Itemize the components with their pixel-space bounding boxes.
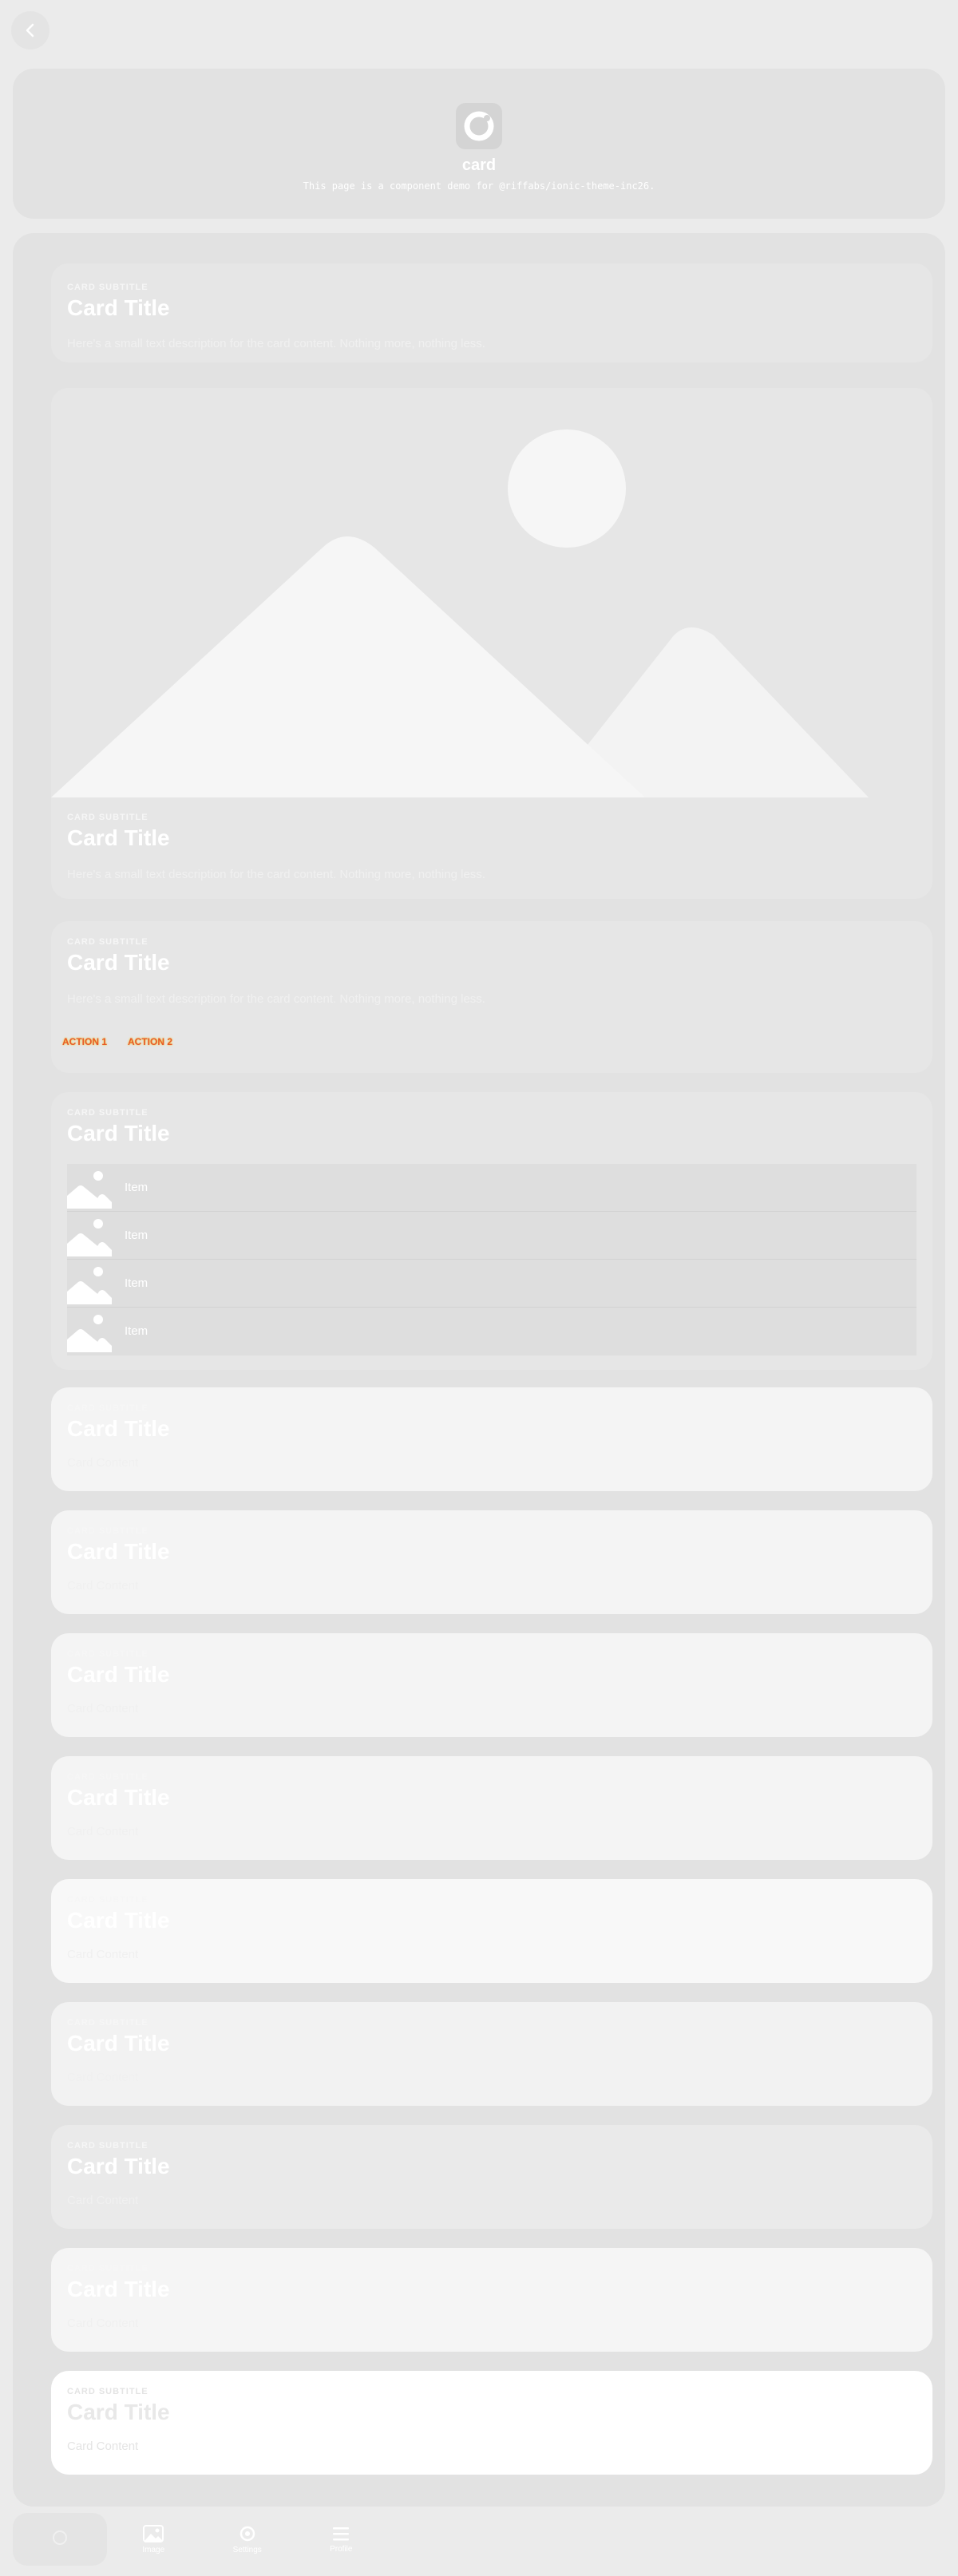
content-card[interactable]: CARD SUBTITLE Card Title Card Content xyxy=(51,1510,932,1614)
card-content: Card Content xyxy=(67,1702,139,1715)
content-card[interactable]: CARD SUBTITLE Card Title Card Content xyxy=(51,1756,932,1860)
chevron-left-icon xyxy=(26,23,34,38)
tab-label: Settings xyxy=(232,2545,262,2554)
header-panel: card This page is a component demo for @… xyxy=(13,69,945,219)
image-thumbnail-icon xyxy=(67,1315,112,1352)
content-card[interactable]: CARD SUBTITLE Card Title Card Content xyxy=(51,1879,932,1983)
card-subtitle: CARD SUBTITLE xyxy=(67,1108,148,1118)
card-subtitle: CARD SUBTITLE xyxy=(67,1526,148,1536)
card-content: Card Content xyxy=(67,1456,139,1470)
card-basic[interactable]: CARD SUBTITLE Card Title Here's a small … xyxy=(51,263,932,362)
image-icon xyxy=(143,2524,164,2542)
card-subtitle: CARD SUBTITLE xyxy=(67,1772,148,1782)
card-title: Card Title xyxy=(67,1662,170,1687)
card-title: Card Title xyxy=(67,1539,170,1564)
list-item[interactable]: Item xyxy=(67,1308,916,1355)
action-2-button[interactable]: ACTION 2 xyxy=(128,1036,172,1047)
page-title: card xyxy=(461,156,497,174)
tab-label: Profile xyxy=(330,2544,353,2554)
card-subtitle: CARD SUBTITLE xyxy=(67,1895,148,1905)
app-logo-icon xyxy=(456,103,502,149)
list-item-label: Item xyxy=(125,1276,148,1290)
tab-settings[interactable]: Settings xyxy=(200,2513,295,2566)
list-item[interactable]: Item xyxy=(67,1260,916,1308)
list-item-label: Item xyxy=(125,1181,148,1194)
main-panel: CARD SUBTITLE Card Title Here's a small … xyxy=(13,233,945,2507)
content-card[interactable]: CARD SUBTITLE Card Title Card Content xyxy=(51,2125,932,2229)
card-subtitle: CARD SUBTITLE xyxy=(67,813,148,822)
card-body-text: Here's a small text description for the … xyxy=(67,868,485,881)
list-item-label: Item xyxy=(125,1324,148,1338)
list-icon xyxy=(333,2527,350,2540)
card-title: Card Title xyxy=(67,2154,170,2178)
card-title: Card Title xyxy=(67,295,170,320)
card-actions: ACTION 1 ACTION 2 xyxy=(62,1036,172,1047)
card-title: Card Title xyxy=(67,2277,170,2301)
card-subtitle: CARD SUBTITLE xyxy=(67,1403,148,1413)
list-item[interactable]: Item xyxy=(67,1212,916,1260)
card-subtitle: CARD SUBTITLE xyxy=(67,2141,148,2151)
card-title: Card Title xyxy=(67,1908,170,1933)
card-with-actions[interactable]: CARD SUBTITLE Card Title Here's a small … xyxy=(51,921,932,1073)
card-title: Card Title xyxy=(67,1121,170,1146)
card-subtitle: CARD SUBTITLE xyxy=(67,2264,148,2273)
dots-icon xyxy=(52,2530,67,2545)
page-description: This page is a component demo for @riffa… xyxy=(303,180,655,192)
card-body-text: Here's a small text description for the … xyxy=(67,992,485,1006)
card-content: Card Content xyxy=(67,2317,139,2330)
image-thumbnail-icon xyxy=(67,1171,112,1209)
tab-profile[interactable]: Profile xyxy=(295,2513,389,2566)
card-content: Card Content xyxy=(67,1948,139,1961)
card-title: Card Title xyxy=(67,1416,170,1441)
settings-icon xyxy=(240,2526,255,2541)
card-with-image[interactable]: CARD SUBTITLE Card Title Here's a small … xyxy=(51,388,932,899)
card-title: Card Title xyxy=(67,825,170,850)
tab-label: Image xyxy=(142,2545,165,2554)
card-content: Card Content xyxy=(67,2194,139,2207)
content-card[interactable]: CARD SUBTITLE Card Title Card Content xyxy=(51,1633,932,1737)
list-item[interactable]: Item xyxy=(67,1164,916,1212)
image-thumbnail-icon xyxy=(67,1267,112,1304)
card-subtitle: CARD SUBTITLE xyxy=(67,283,148,292)
card-content: Card Content xyxy=(67,2071,139,2084)
back-button[interactable] xyxy=(11,11,49,49)
card-body-text: Here's a small text description for the … xyxy=(67,337,485,350)
content-card[interactable]: CARD SUBTITLE Card Title Card Content xyxy=(51,2002,932,2106)
action-1-button[interactable]: ACTION 1 xyxy=(62,1036,107,1047)
card-title: Card Title xyxy=(67,950,170,975)
image-thumbnail-icon xyxy=(67,1219,112,1256)
content-card[interactable]: CARD SUBTITLE Card Title Card Content xyxy=(51,2371,932,2475)
card-content: Card Content xyxy=(67,1825,139,1838)
card-content: Card Content xyxy=(67,2439,139,2453)
content-card[interactable]: CARD SUBTITLE Card Title Card Content xyxy=(51,1387,932,1491)
tab-image[interactable]: Image xyxy=(107,2513,201,2566)
content-card[interactable]: CARD SUBTITLE Card Title Card Content xyxy=(51,2248,932,2352)
card-subtitle: CARD SUBTITLE xyxy=(67,1649,148,1659)
card-title: Card Title xyxy=(67,2031,170,2056)
card-with-list[interactable]: CARD SUBTITLE Card Title Item Item Item … xyxy=(51,1092,932,1370)
image-placeholder-icon xyxy=(51,388,932,797)
bottom-tab-bar: Image Settings Profile xyxy=(13,2513,388,2566)
card-title: Card Title xyxy=(67,2400,170,2424)
tab-home[interactable] xyxy=(13,2513,107,2566)
card-subtitle: CARD SUBTITLE xyxy=(67,937,148,947)
card-subtitle: CARD SUBTITLE xyxy=(67,2387,148,2396)
card-content: Card Content xyxy=(67,1579,139,1593)
list-item-label: Item xyxy=(125,1229,148,1242)
card-title: Card Title xyxy=(67,1785,170,1810)
card-subtitle: CARD SUBTITLE xyxy=(67,2018,148,2028)
